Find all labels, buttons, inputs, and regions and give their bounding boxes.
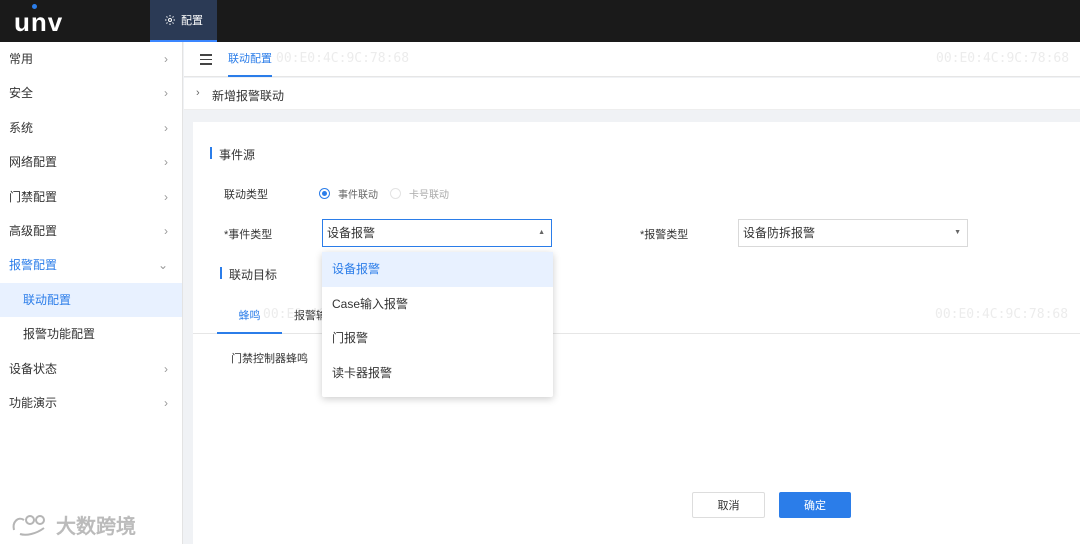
sidebar-item-common[interactable]: 常用 › [0, 42, 182, 76]
dropdown-option[interactable]: 设备报警 [322, 252, 553, 287]
cancel-button[interactable]: 取消 [692, 492, 765, 518]
chevron-right-icon: › [164, 52, 168, 66]
chevron-right-icon: › [164, 361, 168, 376]
sidebar-item-alarm[interactable]: 报警配置 ⌄ [0, 248, 182, 282]
alarm-type-value: 设备防拆报警 [743, 226, 816, 240]
sidebar-item-network[interactable]: 网络配置 › [0, 145, 182, 179]
event-type-select[interactable]: 设备报警 ▲ [322, 219, 552, 247]
tab-config[interactable]: 配置 [150, 0, 217, 42]
sidebar-item-device-status[interactable]: 设备状态 › [0, 352, 182, 386]
content-header: 联动配置 00:E0:4C:9C:78:68 00:E0:4C:9C:78:68 [184, 42, 1080, 77]
dropdown-option[interactable]: Case输入报警 [322, 287, 553, 322]
ghost-text-left: 00:E0:4C:9C:78:68 [276, 51, 410, 66]
sidebar-item-security[interactable]: 安全 › [0, 76, 182, 110]
chevron-right-icon[interactable]: › [196, 87, 200, 99]
ghost-text-right: 00:E0:4C:9C:78:68 [935, 307, 1069, 322]
caret-down-icon: ▼ [954, 229, 961, 236]
gear-icon [165, 15, 175, 25]
radio-card-linkage-label: 卡号联动 [409, 190, 449, 201]
ghost-text-right: 00:E0:4C:9C:78:68 [936, 51, 1070, 66]
chevron-right-icon: › [164, 189, 168, 204]
sidebar-item-advanced[interactable]: 高级配置 › [0, 214, 182, 248]
event-type-value: 设备报警 [327, 226, 376, 240]
menu-icon[interactable] [200, 54, 212, 65]
breadcrumb-title: 新增报警联动 [212, 89, 285, 103]
breadcrumb: › 新增报警联动 [184, 78, 1080, 110]
tab-config-label: 配置 [181, 15, 203, 27]
radio-event-linkage-label: 事件联动 [338, 190, 378, 201]
chevron-right-icon: › [164, 223, 168, 238]
event-type-label: *事件类型 [224, 229, 273, 241]
buzzer-label: 门禁控制器蜂鸣 [231, 353, 308, 365]
caret-up-icon: ▲ [538, 229, 545, 236]
radio-card-linkage[interactable] [390, 188, 401, 199]
section-event-source: 事件源 [210, 146, 255, 163]
chevron-right-icon: › [164, 395, 168, 410]
alarm-type-select[interactable]: 设备防拆报警 ▼ [738, 219, 968, 247]
watermark: 大数跨境 [10, 510, 136, 539]
dropdown-option[interactable]: 读卡器报警 [322, 356, 553, 391]
radio-event-linkage[interactable] [319, 188, 330, 199]
watermark-text: 大数跨境 [56, 516, 136, 538]
ok-button[interactable]: 确定 [779, 492, 851, 518]
alarm-type-label: *报警类型 [640, 229, 689, 241]
chevron-down-icon: ⌄ [157, 258, 168, 273]
chevron-right-icon: › [164, 86, 168, 101]
chevron-right-icon: › [164, 155, 168, 170]
link-type-radio-group: 事件联动 卡号联动 [319, 186, 461, 201]
sidebar-subitem-alarm-function[interactable]: 报警功能配置 [0, 317, 182, 351]
chevron-right-icon: › [164, 120, 168, 135]
sidebar: 常用 › 安全 › 系统 › 网络配置 › 门禁配置 › 高级配置 › 报警配置 ⌄ 联动配置… [0, 42, 183, 544]
tab-linkage-config[interactable]: 联动配置 [228, 42, 272, 77]
link-type-label: 联动类型 [224, 189, 268, 201]
watermark-logo-icon [12, 514, 45, 536]
top-bar: unv 配置 [0, 0, 1080, 42]
sidebar-subitem-linkage[interactable]: 联动配置 [0, 282, 182, 318]
event-type-dropdown: 设备报警 Case输入报警 门报警 读卡器报警 [322, 252, 553, 397]
sidebar-item-access-control[interactable]: 门禁配置 › [0, 180, 182, 214]
unv-logo: unv [14, 4, 63, 38]
dropdown-option[interactable]: 门报警 [322, 321, 553, 356]
sidebar-item-system[interactable]: 系统 › [0, 111, 182, 145]
section-linkage-target: 联动目标 [220, 266, 277, 283]
sidebar-item-demo[interactable]: 功能演示 › [0, 386, 182, 420]
